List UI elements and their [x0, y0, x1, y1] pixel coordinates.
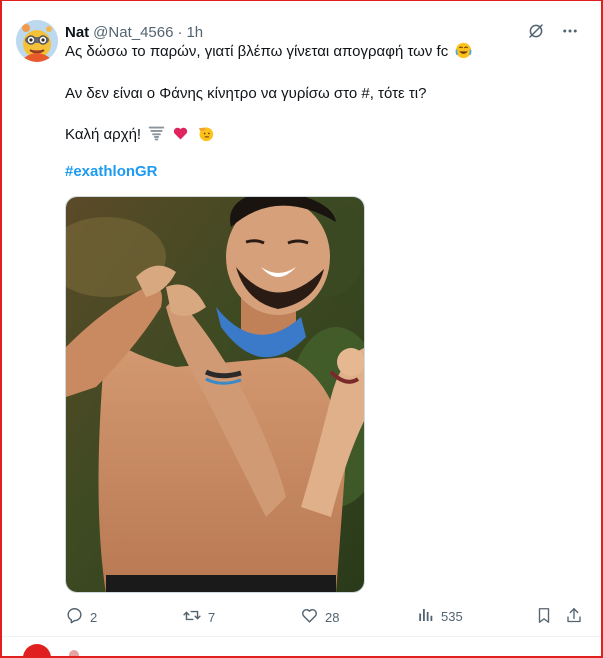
bookmark-icon [535, 606, 553, 628]
tweet-photo[interactable] [65, 196, 365, 593]
like-button[interactable]: 28 [300, 606, 339, 628]
views-count: 535 [441, 609, 463, 624]
tornado-emoji [148, 125, 165, 142]
tweet-line-3: Καλή αρχή! [65, 126, 142, 143]
share-button[interactable] [565, 606, 583, 628]
next-tweet-preview[interactable] [2, 638, 601, 656]
avatar[interactable] [16, 20, 58, 62]
repost-count: 7 [208, 609, 216, 625]
like-icon [300, 606, 319, 628]
tweet-header: Nat @Nat_4566 · 1h [65, 21, 203, 43]
tweet-actions: 2 7 28 535 [65, 606, 585, 628]
timestamp[interactable]: 1h [186, 24, 203, 41]
tweet-line-1: Ας δώσω το παρών, γιατί βλέπω γίνεται απ… [65, 43, 449, 60]
bookmark-button[interactable] [535, 606, 553, 628]
tweet-text-line-2: Αν δεν είναι ο Φάνης κίνητρο να γυρίσω σ… [65, 84, 426, 104]
tweet-text-line-3: Καλή αρχή! [65, 125, 214, 145]
like-count: 28 [325, 609, 340, 625]
tweet-line-2: Αν δεν είναι ο Φάνης κίνητρο να γυρίσω σ… [65, 85, 427, 102]
more-icon[interactable] [561, 22, 579, 40]
saluting-face-emoji [197, 125, 214, 142]
hashtag-link[interactable]: #exathlonGR [65, 163, 158, 180]
author-name[interactable]: Nat [65, 24, 89, 41]
reply-count: 2 [90, 609, 98, 625]
share-icon [565, 606, 583, 628]
reply-icon [65, 606, 84, 628]
views-button[interactable]: 535 [417, 606, 463, 627]
joy-emoji [455, 42, 472, 59]
red-heart-emoji [172, 125, 189, 142]
grok-icon[interactable] [527, 22, 545, 40]
separator: · [177, 23, 183, 41]
tweet-text-line-1: Ας δώσω το παρών, γιατί βλέπω γίνεται απ… [65, 42, 472, 62]
tweet[interactable]: Nat @Nat_4566 · 1h Ας δώσω το παρών, για… [2, 1, 601, 637]
views-icon [417, 606, 435, 627]
author-handle[interactable]: @Nat_4566 [93, 24, 173, 41]
repost-icon [182, 606, 202, 628]
repost-button[interactable]: 7 [182, 606, 215, 628]
tweet-top-actions [527, 22, 579, 40]
reply-button[interactable]: 2 [65, 606, 97, 628]
